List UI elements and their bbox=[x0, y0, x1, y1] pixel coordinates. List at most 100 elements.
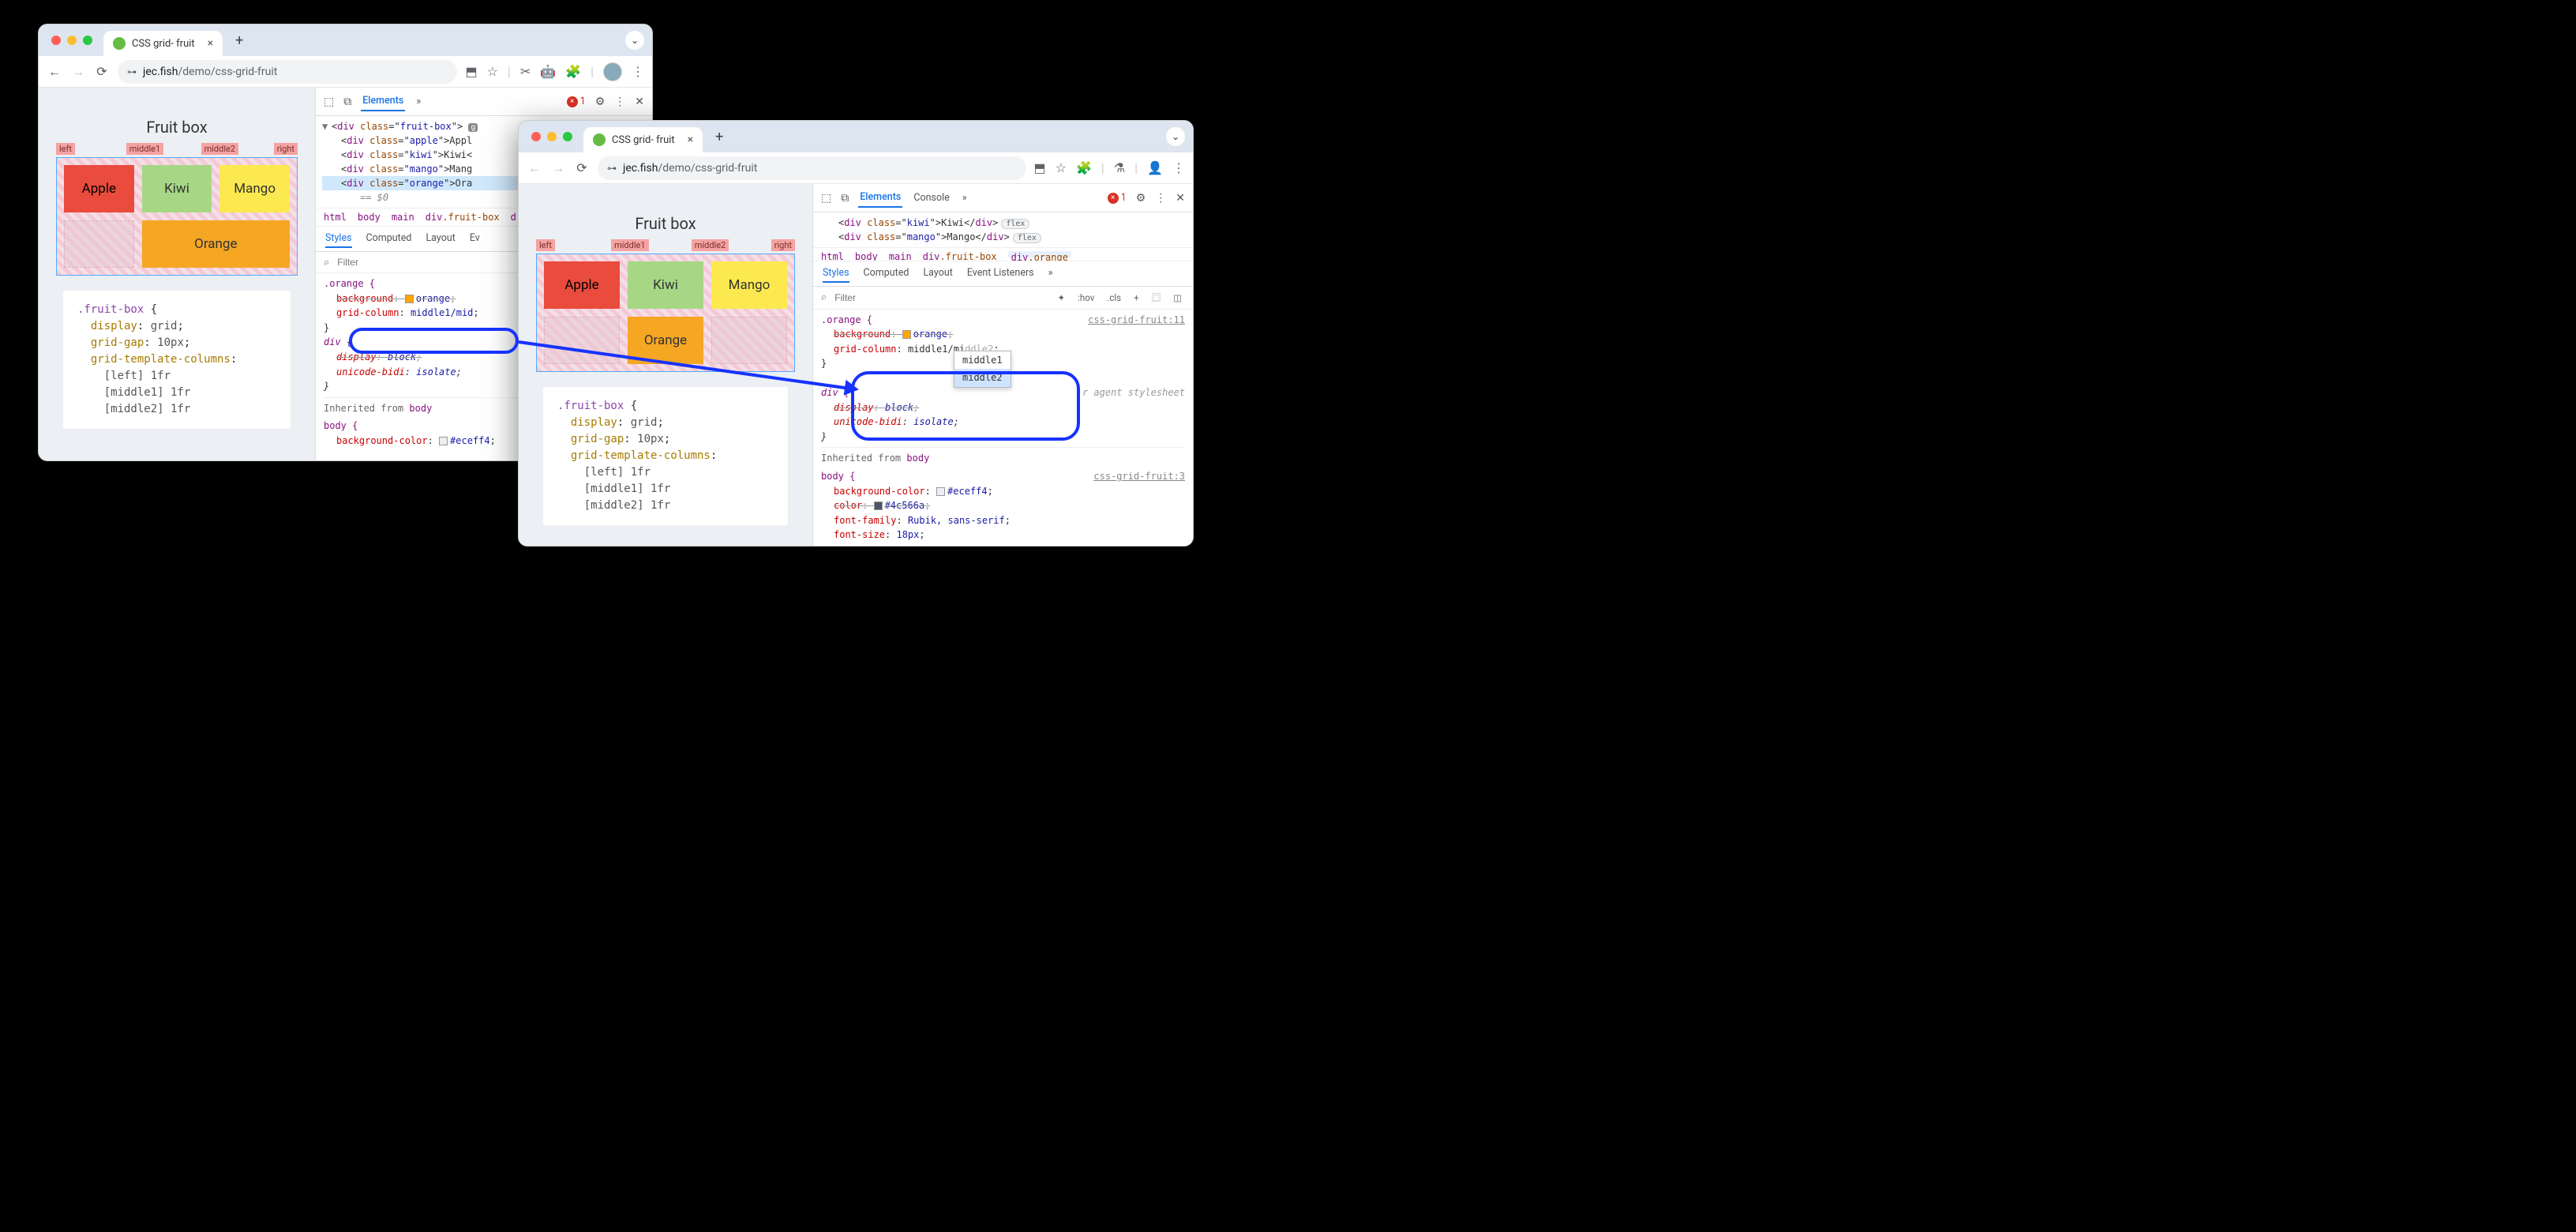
reload-button[interactable]: ⟳ bbox=[94, 64, 110, 79]
device-toggle-icon[interactable]: ⧉ bbox=[841, 192, 849, 205]
close-tab-icon[interactable]: × bbox=[688, 133, 693, 146]
new-tab-button[interactable]: + bbox=[229, 29, 249, 52]
grid-label-right: right bbox=[274, 143, 298, 155]
reload-button[interactable]: ⟳ bbox=[574, 160, 590, 175]
site-info-icon[interactable]: ⊶ bbox=[127, 66, 137, 77]
hov-toggle[interactable]: :hov bbox=[1074, 291, 1097, 305]
settings-icon[interactable]: ⚙ bbox=[1136, 192, 1146, 205]
source-link[interactable]: css-grid-fruit:3 bbox=[1093, 469, 1185, 484]
subtab-more[interactable]: Ev bbox=[470, 230, 480, 248]
tab-elements[interactable]: Elements bbox=[858, 188, 902, 208]
filter-icon: ⌕ bbox=[324, 257, 329, 269]
page-title: Fruit box bbox=[519, 214, 812, 233]
robot-icon[interactable]: 🤖 bbox=[540, 64, 556, 79]
close-devtools-icon[interactable]: ✕ bbox=[635, 96, 644, 108]
tabs-menu-button[interactable]: ⌄ bbox=[625, 31, 644, 50]
install-icon[interactable]: ⬒ bbox=[465, 64, 477, 79]
autocomplete-option[interactable]: middle2 bbox=[954, 369, 1011, 387]
maximize-window-icon[interactable] bbox=[83, 36, 92, 45]
grid-cell-empty bbox=[711, 317, 787, 364]
breadcrumb[interactable]: html body main div.fruit-box div.orange bbox=[813, 247, 1193, 261]
forward-button[interactable]: → bbox=[550, 160, 566, 176]
close-devtools-icon[interactable]: ✕ bbox=[1176, 192, 1185, 205]
subtab-events[interactable]: Event Listeners bbox=[967, 265, 1034, 283]
back-button[interactable]: ← bbox=[527, 160, 542, 176]
inspect-icon[interactable]: ⬚ bbox=[821, 192, 831, 205]
css-snippet: .fruit-box { display: grid; grid-gap: 10… bbox=[542, 386, 789, 526]
autocomplete-popup[interactable]: middle1 middle2 bbox=[954, 351, 1011, 388]
error-badge[interactable]: ×1 bbox=[1108, 192, 1127, 204]
favicon-icon bbox=[593, 133, 606, 146]
tabs-menu-button[interactable]: ⌄ bbox=[1166, 127, 1185, 146]
maximize-window-icon[interactable] bbox=[563, 132, 572, 141]
subtab-layout[interactable]: Layout bbox=[923, 265, 952, 283]
bookmark-icon[interactable]: ☆ bbox=[1056, 160, 1067, 175]
subtab-layout[interactable]: Layout bbox=[426, 230, 455, 248]
flex-badge[interactable]: flex bbox=[1001, 219, 1029, 229]
settings-icon[interactable]: ⚙ bbox=[595, 96, 606, 108]
profile-icon[interactable]: 👤 bbox=[1147, 160, 1163, 175]
labs-icon[interactable]: ⚗ bbox=[1114, 160, 1125, 175]
flex-badge[interactable]: flex bbox=[1013, 233, 1041, 243]
new-tab-button[interactable]: + bbox=[709, 126, 729, 148]
subtab-computed[interactable]: Computed bbox=[366, 230, 412, 248]
inspect-icon[interactable]: ⬚ bbox=[324, 96, 334, 108]
minimize-window-icon[interactable] bbox=[67, 36, 77, 45]
close-window-icon[interactable] bbox=[51, 36, 61, 45]
extensions-icon[interactable]: 🧩 bbox=[565, 64, 581, 79]
subtab-computed[interactable]: Computed bbox=[864, 265, 909, 283]
back-button[interactable]: ← bbox=[47, 64, 62, 80]
tab-elements[interactable]: Elements bbox=[361, 92, 405, 111]
browser-tab[interactable]: CSS grid- fruit × bbox=[103, 31, 223, 56]
dom-tree[interactable]: <div class="kiwi">Kiwi</div>flex <div cl… bbox=[813, 212, 1193, 247]
grid-cell-kiwi: Kiwi bbox=[628, 261, 703, 309]
grid-line-labels: left middle1 middle2 right bbox=[536, 239, 795, 254]
subtab-styles[interactable]: Styles bbox=[325, 230, 352, 248]
url-text: jec.fish/demo/css-grid-fruit bbox=[623, 162, 757, 175]
filter-input[interactable] bbox=[833, 291, 1048, 304]
grid-label-middle1: middle1 bbox=[126, 143, 163, 155]
tab-more[interactable]: » bbox=[414, 92, 422, 111]
forward-button[interactable]: → bbox=[70, 64, 86, 80]
autocomplete-option[interactable]: middle1 bbox=[954, 351, 1011, 370]
devtools-menu-icon[interactable]: ⋮ bbox=[1155, 192, 1166, 205]
close-window-icon[interactable] bbox=[531, 132, 541, 141]
new-rule-button[interactable]: + bbox=[1131, 291, 1142, 305]
subtab-more[interactable]: » bbox=[1048, 265, 1053, 283]
css-snippet: .fruit-box { display: grid; grid-gap: 10… bbox=[62, 290, 291, 430]
bookmark-icon[interactable]: ☆ bbox=[487, 64, 498, 79]
devtools-menu-icon[interactable]: ⋮ bbox=[614, 96, 625, 108]
menu-icon[interactable]: ⋮ bbox=[1172, 160, 1185, 175]
minimize-window-icon[interactable] bbox=[547, 132, 557, 141]
tab-console[interactable]: Console bbox=[912, 189, 951, 207]
grid-cell-mango: Mango bbox=[711, 261, 787, 309]
url-box[interactable]: ⊶ jec.fish/demo/css-grid-fruit bbox=[118, 60, 457, 84]
source-link[interactable]: css-grid-fruit:11 bbox=[1088, 313, 1185, 328]
page-content: Fruit box left middle1 middle2 right App… bbox=[519, 184, 812, 546]
cls-toggle[interactable]: .cls bbox=[1104, 291, 1124, 305]
arrow-head-icon bbox=[844, 380, 861, 397]
menu-icon[interactable]: ⋮ bbox=[632, 64, 644, 79]
scissors-icon[interactable]: ✂ bbox=[520, 64, 531, 79]
sidebar-toggle-icon[interactable]: ◫ bbox=[1170, 291, 1185, 305]
site-info-icon[interactable]: ⊶ bbox=[607, 163, 617, 174]
url-box[interactable]: ⊶ jec.fish/demo/css-grid-fruit bbox=[598, 156, 1026, 180]
close-tab-icon[interactable]: × bbox=[208, 37, 213, 50]
subtab-styles[interactable]: Styles bbox=[823, 265, 849, 283]
error-badge[interactable]: ×1 bbox=[567, 96, 586, 107]
favicon-icon bbox=[113, 37, 126, 50]
extensions-icon[interactable]: 🧩 bbox=[1076, 160, 1092, 175]
styles-subtabs: Styles Computed Layout Event Listeners » bbox=[813, 261, 1193, 287]
ai-icon[interactable]: ✦ bbox=[1054, 291, 1068, 305]
browser-window-b: CSS grid- fruit × + ⌄ ← → ⟳ ⊶ jec.fish/d… bbox=[518, 120, 1194, 547]
computed-toggle-icon[interactable]: ⿴ bbox=[1149, 290, 1164, 306]
address-bar: ← → ⟳ ⊶ jec.fish/demo/css-grid-fruit ⬒ ☆… bbox=[39, 56, 652, 88]
profile-avatar[interactable] bbox=[603, 62, 622, 81]
grid-cell-orange: Orange bbox=[142, 220, 290, 268]
device-toggle-icon[interactable]: ⧉ bbox=[343, 96, 351, 108]
grid-cell-apple: Apple bbox=[64, 165, 134, 212]
styles-pane[interactable]: .orange {css-grid-fruit:11 background: o… bbox=[813, 310, 1193, 546]
tab-more[interactable]: » bbox=[961, 189, 969, 207]
install-icon[interactable]: ⬒ bbox=[1034, 160, 1046, 175]
browser-tab[interactable]: CSS grid- fruit × bbox=[583, 127, 703, 152]
